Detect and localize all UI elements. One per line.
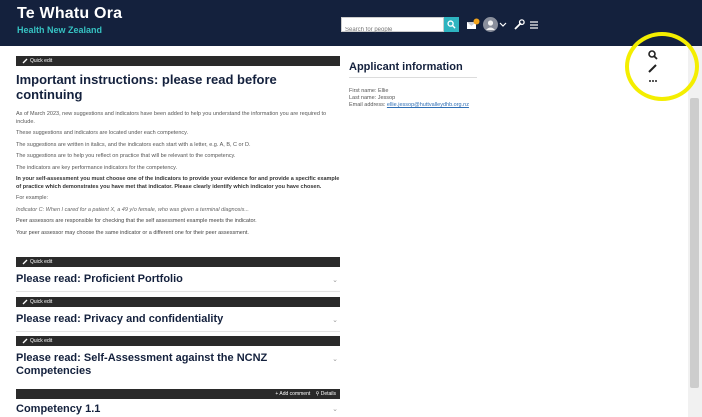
magnifier-icon <box>447 20 456 29</box>
people-search-input[interactable] <box>342 23 443 37</box>
quick-edit-bar[interactable]: Quick edit <box>16 56 340 66</box>
first-name-line: First name: Ellie <box>349 88 389 94</box>
instruction-paragraph: For example: <box>16 195 49 201</box>
accordion-title[interactable]: Competency 1.1 <box>16 403 321 416</box>
accordion-title[interactable]: Please read: Privacy and confidentiality <box>16 313 321 326</box>
instruction-paragraph: Peer assessors are responsible for check… <box>16 218 257 224</box>
top-navbar: Te Whatu Ora Health New Zealand <box>0 0 702 46</box>
accordion-title[interactable]: Please read: Self-Assessment against the… <box>16 352 321 378</box>
pencil-icon[interactable] <box>644 61 662 75</box>
email-link[interactable]: ellie.jessop@huttvalleydhb.org.nz <box>387 102 469 108</box>
divider <box>16 331 340 332</box>
quick-edit-bar[interactable]: Quick edit <box>16 336 340 346</box>
competency-toolbar: + Add comment ⚲ Details <box>16 389 340 399</box>
details-button[interactable]: Details <box>321 391 336 397</box>
chevron-down-icon[interactable] <box>499 18 507 32</box>
people-search-field[interactable] <box>341 17 444 37</box>
chevron-down-icon[interactable]: ⌄ <box>332 405 338 413</box>
chevron-down-icon[interactable]: ⌄ <box>332 276 338 284</box>
accordion-title[interactable]: Please read: Proficient Portfolio <box>16 273 321 286</box>
wrench-icon[interactable] <box>512 18 526 32</box>
email-line: Email address: ellie.jessop@huttvalleydh… <box>349 102 477 109</box>
pencil-icon <box>22 338 28 344</box>
accordion-self-assessment[interactable]: Quick edit Please read: Self-Assessment … <box>16 336 340 378</box>
accordion-privacy[interactable]: Quick edit Please read: Privacy and conf… <box>16 297 340 332</box>
instruction-paragraph: In your self-assessment you must choose … <box>16 176 340 190</box>
user-avatar[interactable] <box>483 17 498 32</box>
instruction-paragraph: These suggestions and indicators are loc… <box>16 130 189 136</box>
instruction-paragraph: The suggestions are written in italics, … <box>16 141 251 148</box>
page-heading: Important instructions: please read befo… <box>16 72 277 102</box>
brand-subtitle: Health New Zealand <box>17 25 103 35</box>
last-name-line: Last name: Jessop <box>349 95 396 101</box>
applicant-info-panel: Applicant information First name: Ellie … <box>349 61 477 109</box>
accordion-proficient-portfolio[interactable]: Quick edit Please read: Proficient Portf… <box>16 257 340 292</box>
quick-edit-bar[interactable]: Quick edit <box>16 257 340 267</box>
pencil-icon <box>22 259 28 265</box>
scrollbar-thumb[interactable] <box>690 98 699 388</box>
add-comment-button[interactable]: + Add comment <box>275 391 310 397</box>
chevron-down-icon[interactable]: ⌄ <box>332 355 338 363</box>
magnifier-icon: ⚲ <box>315 391 320 397</box>
instruction-paragraph: As of March 2023, new suggestions and in… <box>16 111 327 125</box>
instruction-example: Indicator C: When I cared for a patient … <box>16 206 249 213</box>
hamburger-icon[interactable] <box>528 18 542 32</box>
quick-edit-label: Quick edit <box>30 299 53 305</box>
chevron-down-icon[interactable]: ⌄ <box>332 316 338 324</box>
notifications-icon[interactable] <box>466 18 480 32</box>
quick-edit-label: Quick edit <box>30 259 53 265</box>
email-label: Email address: <box>349 102 386 108</box>
quick-edit-label: Quick edit <box>30 338 53 344</box>
more-icon[interactable] <box>644 74 662 88</box>
quick-edit-label: Quick edit <box>30 58 53 64</box>
instruction-paragraph: The indicators are key performance indic… <box>16 164 178 171</box>
search-icon[interactable] <box>644 48 662 62</box>
divider <box>16 291 340 292</box>
applicant-heading: Applicant information <box>349 61 477 78</box>
quick-edit-bar[interactable]: Quick edit <box>16 297 340 307</box>
pencil-icon <box>22 58 28 64</box>
instruction-paragraph: Your peer assessor may choose the same i… <box>16 229 249 236</box>
instructions-section: Quick edit Important instructions: pleas… <box>16 56 340 237</box>
accordion-competency[interactable]: Competency 1.1 ⌄ <box>16 399 340 416</box>
brand-title[interactable]: Te Whatu Ora <box>17 5 122 23</box>
instruction-paragraph: The suggestions are to help you reflect … <box>16 153 236 159</box>
pencil-icon <box>22 299 28 305</box>
search-button[interactable] <box>444 17 459 32</box>
